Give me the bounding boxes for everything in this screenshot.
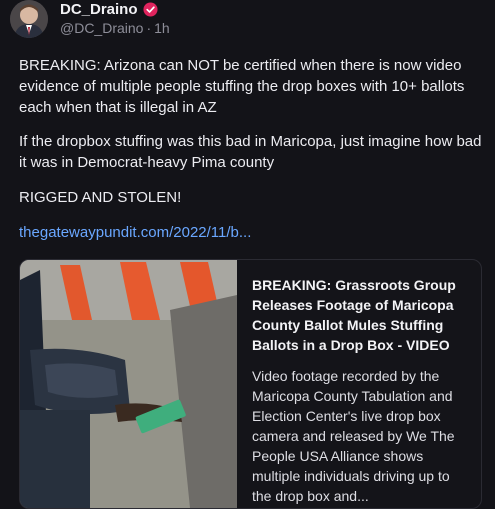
post-text-paragraph-2: If the dropbox stuffing was this bad in …: [19, 133, 482, 171]
post-text-paragraph-1: BREAKING: Arizona can NOT be certified w…: [19, 57, 465, 116]
display-name[interactable]: DC_Draino: [60, 1, 138, 18]
link-preview-card[interactable]: BREAKING: Grassroots Group Releases Foot…: [19, 259, 482, 509]
card-description: Video footage recorded by the Maricopa C…: [252, 368, 455, 504]
card-body: BREAKING: Grassroots Group Releases Foot…: [252, 275, 472, 506]
article-link[interactable]: thegatewaypundit.com/2022/11/b...: [19, 224, 251, 241]
verified-badge-icon: [142, 2, 158, 17]
author-name-row: DC_Draino: [60, 1, 158, 18]
separator: ·: [146, 20, 152, 36]
avatar[interactable]: [10, 0, 48, 38]
timestamp[interactable]: 1h: [154, 20, 170, 36]
handle[interactable]: @DC_Draino: [60, 20, 143, 36]
handle-row: @DC_Draino · 1h: [60, 20, 173, 36]
video-thumbnail-image: [20, 260, 237, 508]
card-title[interactable]: BREAKING: Grassroots Group Releases Foot…: [252, 275, 472, 355]
post-text-paragraph-3: RIGGED AND STOLEN!: [19, 189, 182, 206]
avatar-photo: [10, 0, 48, 38]
